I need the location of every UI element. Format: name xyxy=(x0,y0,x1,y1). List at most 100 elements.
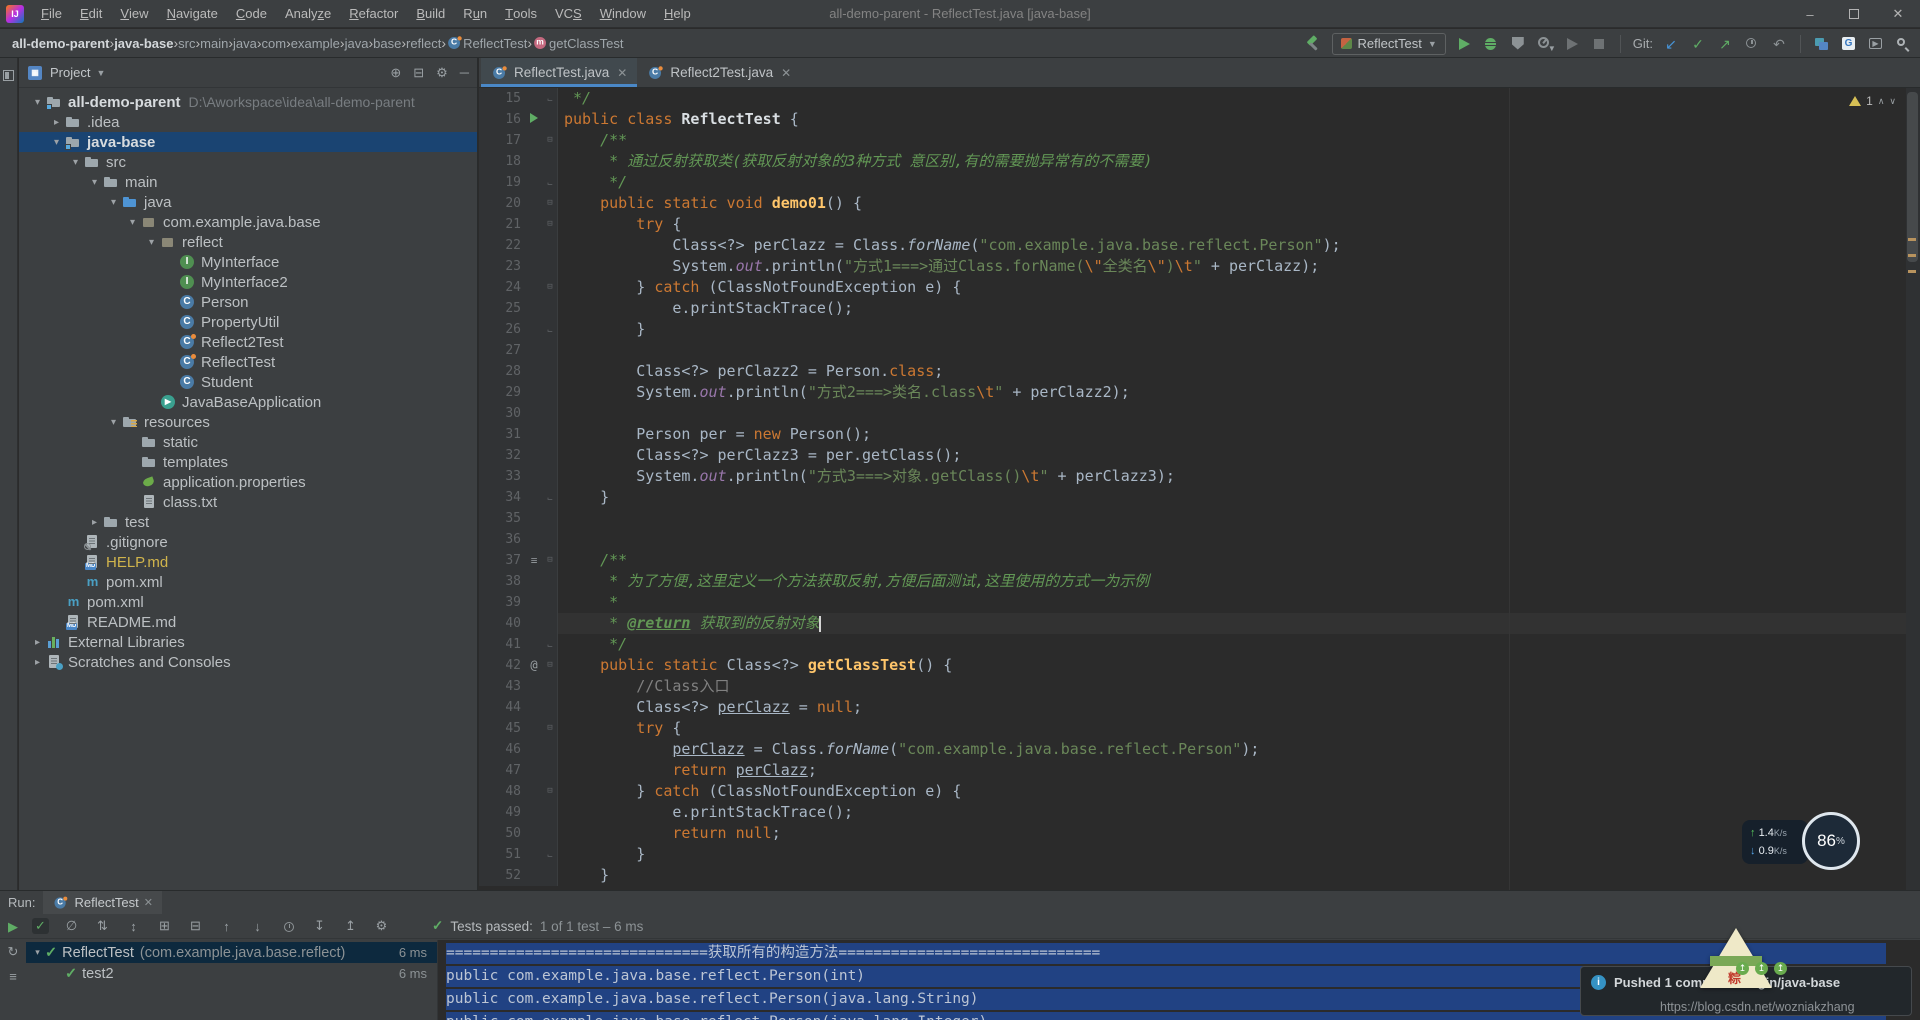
test-row-reflecttest[interactable]: ▾ ✓ ReflectTest (com.example.java.base.refl… xyxy=(26,942,437,963)
code-line[interactable]: 23 System.out.println("方式1===>通过Class.fo… xyxy=(479,256,1906,277)
profiler-button[interactable]: ▼ xyxy=(1536,35,1556,53)
fold-marker[interactable]: ⊟ xyxy=(543,718,558,739)
git-commit-icon[interactable]: ✓ xyxy=(1689,35,1707,53)
git-rollback-icon[interactable]: ↶ xyxy=(1770,35,1788,53)
code-line[interactable]: 51 ⌐ } xyxy=(479,844,1906,865)
menu-navigate[interactable]: Navigate xyxy=(158,0,227,27)
code-line[interactable]: 47 return perClazz; xyxy=(479,760,1906,781)
tree-item-static[interactable]: static xyxy=(19,432,477,452)
code-line[interactable]: 22 Class<?> perClazz = Class.forName("co… xyxy=(479,235,1906,256)
code-line[interactable]: 16 public class ReflectTest { xyxy=(479,109,1906,130)
tree-item-pom.xml[interactable]: m pom.xml xyxy=(19,572,477,592)
code-line[interactable]: 33 System.out.println("方式3===>对象.getClas… xyxy=(479,466,1906,487)
code-line[interactable]: 15 ⌐ */ xyxy=(479,88,1906,109)
line-number[interactable]: 51 xyxy=(479,844,525,865)
line-number[interactable]: 27 xyxy=(479,340,525,361)
code-line[interactable]: 35 xyxy=(479,508,1906,529)
tree-expand-icon[interactable]: ▸ xyxy=(29,657,46,668)
tree-item-java-base[interactable]: ▾ java-base xyxy=(19,132,477,152)
tree-item-reflect2test[interactable]: C Reflect2Test xyxy=(19,332,477,352)
tree-item-com.example.java.base[interactable]: ▾ com.example.java.base xyxy=(19,212,477,232)
git-history-icon[interactable] xyxy=(1743,35,1761,53)
hide-panel-icon[interactable]: ─ xyxy=(460,65,469,80)
fold-marker[interactable]: ⊟ xyxy=(543,781,558,802)
sort-alphabetically-icon[interactable]: ⇅ xyxy=(94,918,111,934)
close-icon[interactable]: ✕ xyxy=(144,896,153,909)
translate-icon[interactable]: G xyxy=(1840,35,1858,53)
next-test-icon[interactable]: ↓ xyxy=(249,919,266,934)
line-number[interactable]: 38 xyxy=(479,571,525,592)
code-line[interactable]: 27 xyxy=(479,340,1906,361)
tab-reflect2test-java[interactable]: C Reflect2Test.java ✕ xyxy=(637,58,801,87)
locate-file-icon[interactable]: ⊕ xyxy=(390,65,401,81)
collapse-all-icon[interactable]: ⊟ xyxy=(187,918,204,934)
code-line[interactable]: 17 ⊟ /** xyxy=(479,130,1906,151)
warning-stripe-mark[interactable] xyxy=(1908,254,1916,257)
tree-item-propertyutil[interactable]: C PropertyUtil xyxy=(19,312,477,332)
fold-marker[interactable]: ⊟ xyxy=(543,277,558,298)
tree-item-.gitignore[interactable]: .gitignore xyxy=(19,532,477,552)
rerun-tests-icon[interactable]: ▶ xyxy=(8,919,18,935)
fold-marker[interactable]: ⊟ xyxy=(543,655,558,676)
line-number[interactable]: 19 xyxy=(479,172,525,193)
code-line[interactable]: 42 @ ⊟ public static Class<?> getClassTest… xyxy=(479,655,1906,676)
bmk-icon[interactable]: ≡ xyxy=(525,550,543,571)
tree-item-javabaseapplication[interactable]: ▶ JavaBaseApplication xyxy=(19,392,477,412)
breadcrumb-item[interactable]: src xyxy=(178,36,195,51)
line-number[interactable]: 43 xyxy=(479,676,525,697)
line-number[interactable]: 32 xyxy=(479,445,525,466)
tree-expand-icon[interactable]: ▾ xyxy=(105,417,122,428)
menu-file[interactable]: File xyxy=(32,0,71,27)
line-number[interactable]: 16 xyxy=(479,109,525,130)
code-line[interactable]: 52 } xyxy=(479,865,1906,886)
atm-icon[interactable]: @ xyxy=(525,655,543,676)
minimize-button[interactable]: – xyxy=(1788,0,1832,28)
run-config-combo[interactable]: ReflectTest ▼ xyxy=(1331,32,1446,55)
breadcrumb-item[interactable]: base xyxy=(373,36,401,51)
test-history-icon[interactable] xyxy=(280,919,297,934)
line-number[interactable]: 48 xyxy=(479,781,525,802)
line-number[interactable]: 35 xyxy=(479,508,525,529)
code-line[interactable]: 30 xyxy=(479,403,1906,424)
warning-stripe-mark[interactable] xyxy=(1908,238,1916,241)
code-line[interactable]: 44 Class<?> perClazz = null; xyxy=(479,697,1906,718)
menu-edit[interactable]: Edit xyxy=(71,0,111,27)
menu-tools[interactable]: Tools xyxy=(496,0,546,27)
code-line[interactable]: 25 e.printStackTrace(); xyxy=(479,298,1906,319)
breadcrumb-item[interactable]: main xyxy=(200,36,228,51)
code-line[interactable]: 28 Class<?> perClazz2 = Person.class; xyxy=(479,361,1906,382)
menu-build[interactable]: Build xyxy=(407,0,454,27)
code-line[interactable]: 38 * 为了方便,这里定义一个方法获取反射,方便后面测试,这里使用的方式一为示… xyxy=(479,571,1906,592)
code-line[interactable]: 45 ⊟ try { xyxy=(479,718,1906,739)
tree-item-external-libraries[interactable]: ▸ External Libraries xyxy=(19,632,477,652)
line-number[interactable]: 22 xyxy=(479,235,525,256)
fold-marker[interactable]: ⌐ xyxy=(543,487,558,508)
project-panel-title[interactable]: Project xyxy=(50,65,90,80)
git-push-icon[interactable]: ↗ xyxy=(1716,35,1734,53)
line-number[interactable]: 50 xyxy=(479,823,525,844)
menu-view[interactable]: View xyxy=(111,0,157,27)
tree-expand-icon[interactable]: ▾ xyxy=(67,157,84,168)
project-structure-icon[interactable] xyxy=(1813,35,1831,53)
line-number[interactable]: 17 xyxy=(479,130,525,151)
fold-marker[interactable]: ⌐ xyxy=(543,634,558,655)
fold-marker[interactable]: ⊟ xyxy=(543,193,558,214)
code-line[interactable]: 43 //Class入口 xyxy=(479,676,1906,697)
run-tab[interactable]: C ReflectTest ✕ xyxy=(43,891,162,914)
console-line[interactable]: ==============================获取所有的构造方法=… xyxy=(446,943,1886,964)
build-hammer-icon[interactable] xyxy=(1305,34,1323,53)
next-error-icon[interactable]: ∨ xyxy=(1889,96,1896,107)
tree-item-main[interactable]: ▾ main xyxy=(19,172,477,192)
debug-button[interactable] xyxy=(1482,35,1500,53)
tree-expand-icon[interactable]: ▾ xyxy=(124,217,141,228)
breadcrumb-item[interactable]: reflect xyxy=(406,36,441,51)
line-number[interactable]: 25 xyxy=(479,298,525,319)
fold-marker[interactable]: ⌐ xyxy=(543,844,558,865)
code-line[interactable]: 32 Class<?> perClazz3 = per.getClass(); xyxy=(479,445,1906,466)
tree-item-myinterface[interactable]: I MyInterface xyxy=(19,252,477,272)
tree-item-help.md[interactable]: MD HELP.md xyxy=(19,552,477,572)
show-ignored-icon[interactable]: ∅ xyxy=(63,918,80,934)
settings-gear-icon[interactable]: ⚙ xyxy=(373,918,390,934)
line-number[interactable]: 26 xyxy=(479,319,525,340)
code-line[interactable]: 26 ⌐ } xyxy=(479,319,1906,340)
